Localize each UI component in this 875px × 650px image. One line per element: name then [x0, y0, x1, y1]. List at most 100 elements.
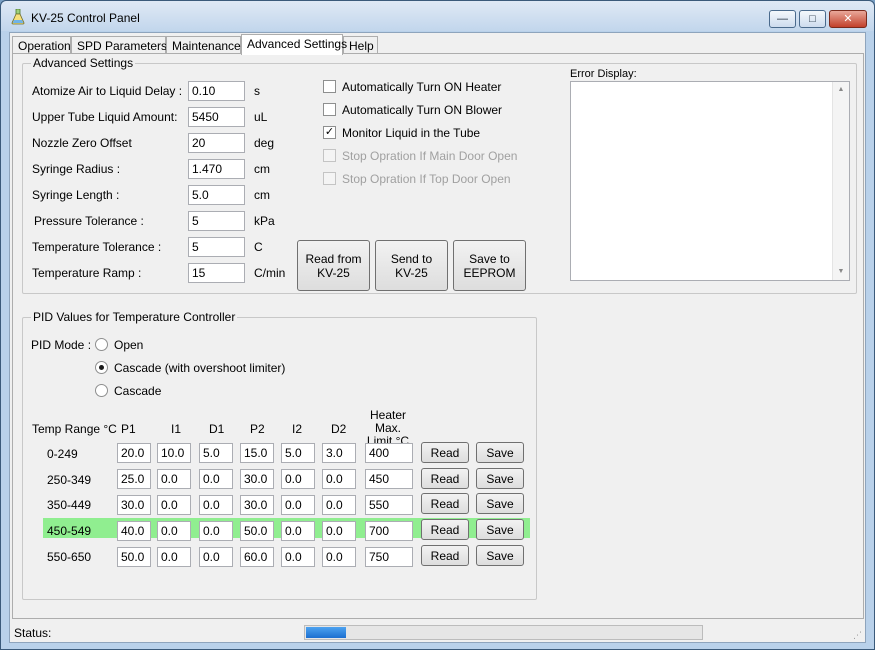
pid-save-button[interactable]: Save [476, 468, 524, 489]
tab-spd-parameters[interactable]: SPD Parameters [71, 36, 167, 54]
p1-field[interactable]: 40.0 [117, 521, 151, 541]
pid-read-button[interactable]: Read [421, 519, 469, 540]
close-button[interactable]: ✕ [829, 10, 867, 28]
p2-field[interactable]: 30.0 [240, 469, 274, 489]
heater-max-field[interactable]: 750 [365, 547, 413, 567]
i1-field[interactable]: 0.0 [157, 547, 191, 567]
pid-mode-open-radio[interactable]: Open [95, 338, 143, 352]
checkbox-box [323, 80, 336, 94]
maximize-icon: □ [809, 12, 816, 25]
scroll-down-icon[interactable]: ▼ [833, 264, 849, 280]
advanced-settings-group: Advanced Settings Atomize Air to Liquid … [22, 56, 857, 294]
checkmark-icon: ✓ [323, 126, 336, 140]
p2-field[interactable]: 60.0 [240, 547, 274, 567]
pid-save-button[interactable]: Save [476, 545, 524, 566]
i2-field[interactable]: 0.0 [281, 547, 315, 567]
pid-range-label: 450-549 [47, 524, 92, 538]
heater-max-field[interactable]: 700 [365, 521, 413, 541]
maximize-button[interactable]: □ [799, 10, 826, 28]
d1-field[interactable]: 0.0 [199, 469, 233, 489]
error-display-label: Error Display: [570, 68, 637, 80]
p2-field[interactable]: 30.0 [240, 495, 274, 515]
auto-heater-label: Automatically Turn ON Heater [342, 80, 502, 94]
pid-save-button[interactable]: Save [476, 442, 524, 463]
i2-field[interactable]: 0.0 [281, 495, 315, 515]
i1-field[interactable]: 10.0 [157, 443, 191, 463]
d1-field[interactable]: 0.0 [199, 495, 233, 515]
p1-field[interactable]: 25.0 [117, 469, 151, 489]
pressure-tolerance-field[interactable]: 5 [188, 211, 245, 231]
temperature-ramp-unit: C/min [254, 266, 286, 280]
tab-operation[interactable]: Operation [12, 36, 71, 54]
d2-field[interactable]: 0.0 [322, 469, 356, 489]
i2-field[interactable]: 5.0 [281, 443, 315, 463]
d1-field[interactable]: 5.0 [199, 443, 233, 463]
monitor-liquid-checkbox[interactable]: ✓ Monitor Liquid in the Tube [323, 126, 480, 140]
p2-field[interactable]: 15.0 [240, 443, 274, 463]
minimize-button[interactable]: — [769, 10, 796, 28]
tab-maintenance[interactable]: Maintenance [166, 36, 241, 54]
p1-field[interactable]: 50.0 [117, 547, 151, 567]
i1-field[interactable]: 0.0 [157, 521, 191, 541]
pid-mode-cascade-radio[interactable]: Cascade [95, 384, 161, 398]
syringe-length-field[interactable]: 5.0 [188, 185, 245, 205]
resize-grip-icon[interactable]: ⋰ [853, 630, 863, 640]
syringe-radius-label: Syringe Radius : [32, 162, 121, 176]
d1-field[interactable]: 0.0 [199, 521, 233, 541]
pid-read-button[interactable]: Read [421, 545, 469, 566]
auto-heater-checkbox[interactable]: Automatically Turn ON Heater [323, 80, 501, 94]
atomize-delay-field[interactable]: 0.10 [188, 81, 245, 101]
d2-field[interactable]: 0.0 [322, 547, 356, 567]
i2-field[interactable]: 0.0 [281, 469, 315, 489]
p1-field[interactable]: 20.0 [117, 443, 151, 463]
read-from-kv25-button[interactable]: Read from KV-25 [297, 240, 370, 291]
d2-field[interactable]: 0.0 [322, 521, 356, 541]
scroll-up-icon[interactable]: ▲ [833, 82, 849, 98]
tab-advanced-settings[interactable]: Advanced Settings [241, 34, 347, 55]
stop-main-door-label: Stop Opration If Main Door Open [342, 149, 518, 163]
upper-tube-amount-field[interactable]: 5450 [188, 107, 245, 127]
pid-range-label: 550-650 [47, 550, 92, 564]
i1-field[interactable]: 0.0 [157, 495, 191, 515]
d1-field[interactable]: 0.0 [199, 547, 233, 567]
heater-max-field[interactable]: 550 [365, 495, 413, 515]
nozzle-zero-offset-field[interactable]: 20 [188, 133, 245, 153]
pid-save-button[interactable]: Save [476, 493, 524, 514]
syringe-radius-field[interactable]: 1.470 [188, 159, 245, 179]
close-icon: ✕ [843, 12, 853, 25]
checkbox-box [323, 149, 336, 163]
temperature-tolerance-unit: C [254, 240, 263, 254]
heater-max-field[interactable]: 400 [365, 443, 413, 463]
pid-mode-cascade-limiter-radio[interactable]: Cascade (with overshoot limiter) [95, 361, 285, 375]
error-display-scrollbar[interactable]: ▲ ▼ [832, 82, 849, 280]
i1-field[interactable]: 0.0 [157, 469, 191, 489]
i2-field[interactable]: 0.0 [281, 521, 315, 541]
temperature-tolerance-label: Temperature Tolerance : [32, 240, 162, 254]
pid-save-button[interactable]: Save [476, 519, 524, 540]
send-to-kv25-button[interactable]: Send to KV-25 [375, 240, 448, 291]
upper-tube-amount-label: Upper Tube Liquid Amount: [32, 110, 178, 124]
d2-field[interactable]: 0.0 [322, 495, 356, 515]
save-to-eeprom-button[interactable]: Save to EEPROM [453, 240, 526, 291]
heater-max-field[interactable]: 450 [365, 469, 413, 489]
p1-field[interactable]: 30.0 [117, 495, 151, 515]
syringe-length-label: Syringe Length : [32, 188, 120, 202]
minimize-icon: — [777, 12, 788, 25]
monitor-liquid-label: Monitor Liquid in the Tube [342, 126, 481, 140]
title-bar[interactable]: KV-25 Control Panel — □ ✕ [1, 1, 874, 31]
auto-blower-checkbox[interactable]: Automatically Turn ON Blower [323, 103, 502, 117]
pid-read-button[interactable]: Read [421, 468, 469, 489]
temperature-tolerance-field[interactable]: 5 [188, 237, 245, 257]
syringe-length-unit: cm [254, 188, 270, 202]
d2-field[interactable]: 3.0 [322, 443, 356, 463]
progress-fill [306, 627, 346, 638]
pid-read-button[interactable]: Read [421, 493, 469, 514]
temperature-ramp-field[interactable]: 15 [188, 263, 245, 283]
error-display-textarea[interactable]: ▲ ▼ [570, 81, 850, 281]
checkbox-box [323, 172, 336, 186]
stop-top-door-checkbox: Stop Opration If Top Door Open [323, 172, 511, 186]
pressure-tolerance-label: Pressure Tolerance : [34, 214, 144, 228]
pid-read-button[interactable]: Read [421, 442, 469, 463]
tab-help[interactable]: Help [343, 36, 378, 54]
p2-field[interactable]: 50.0 [240, 521, 274, 541]
